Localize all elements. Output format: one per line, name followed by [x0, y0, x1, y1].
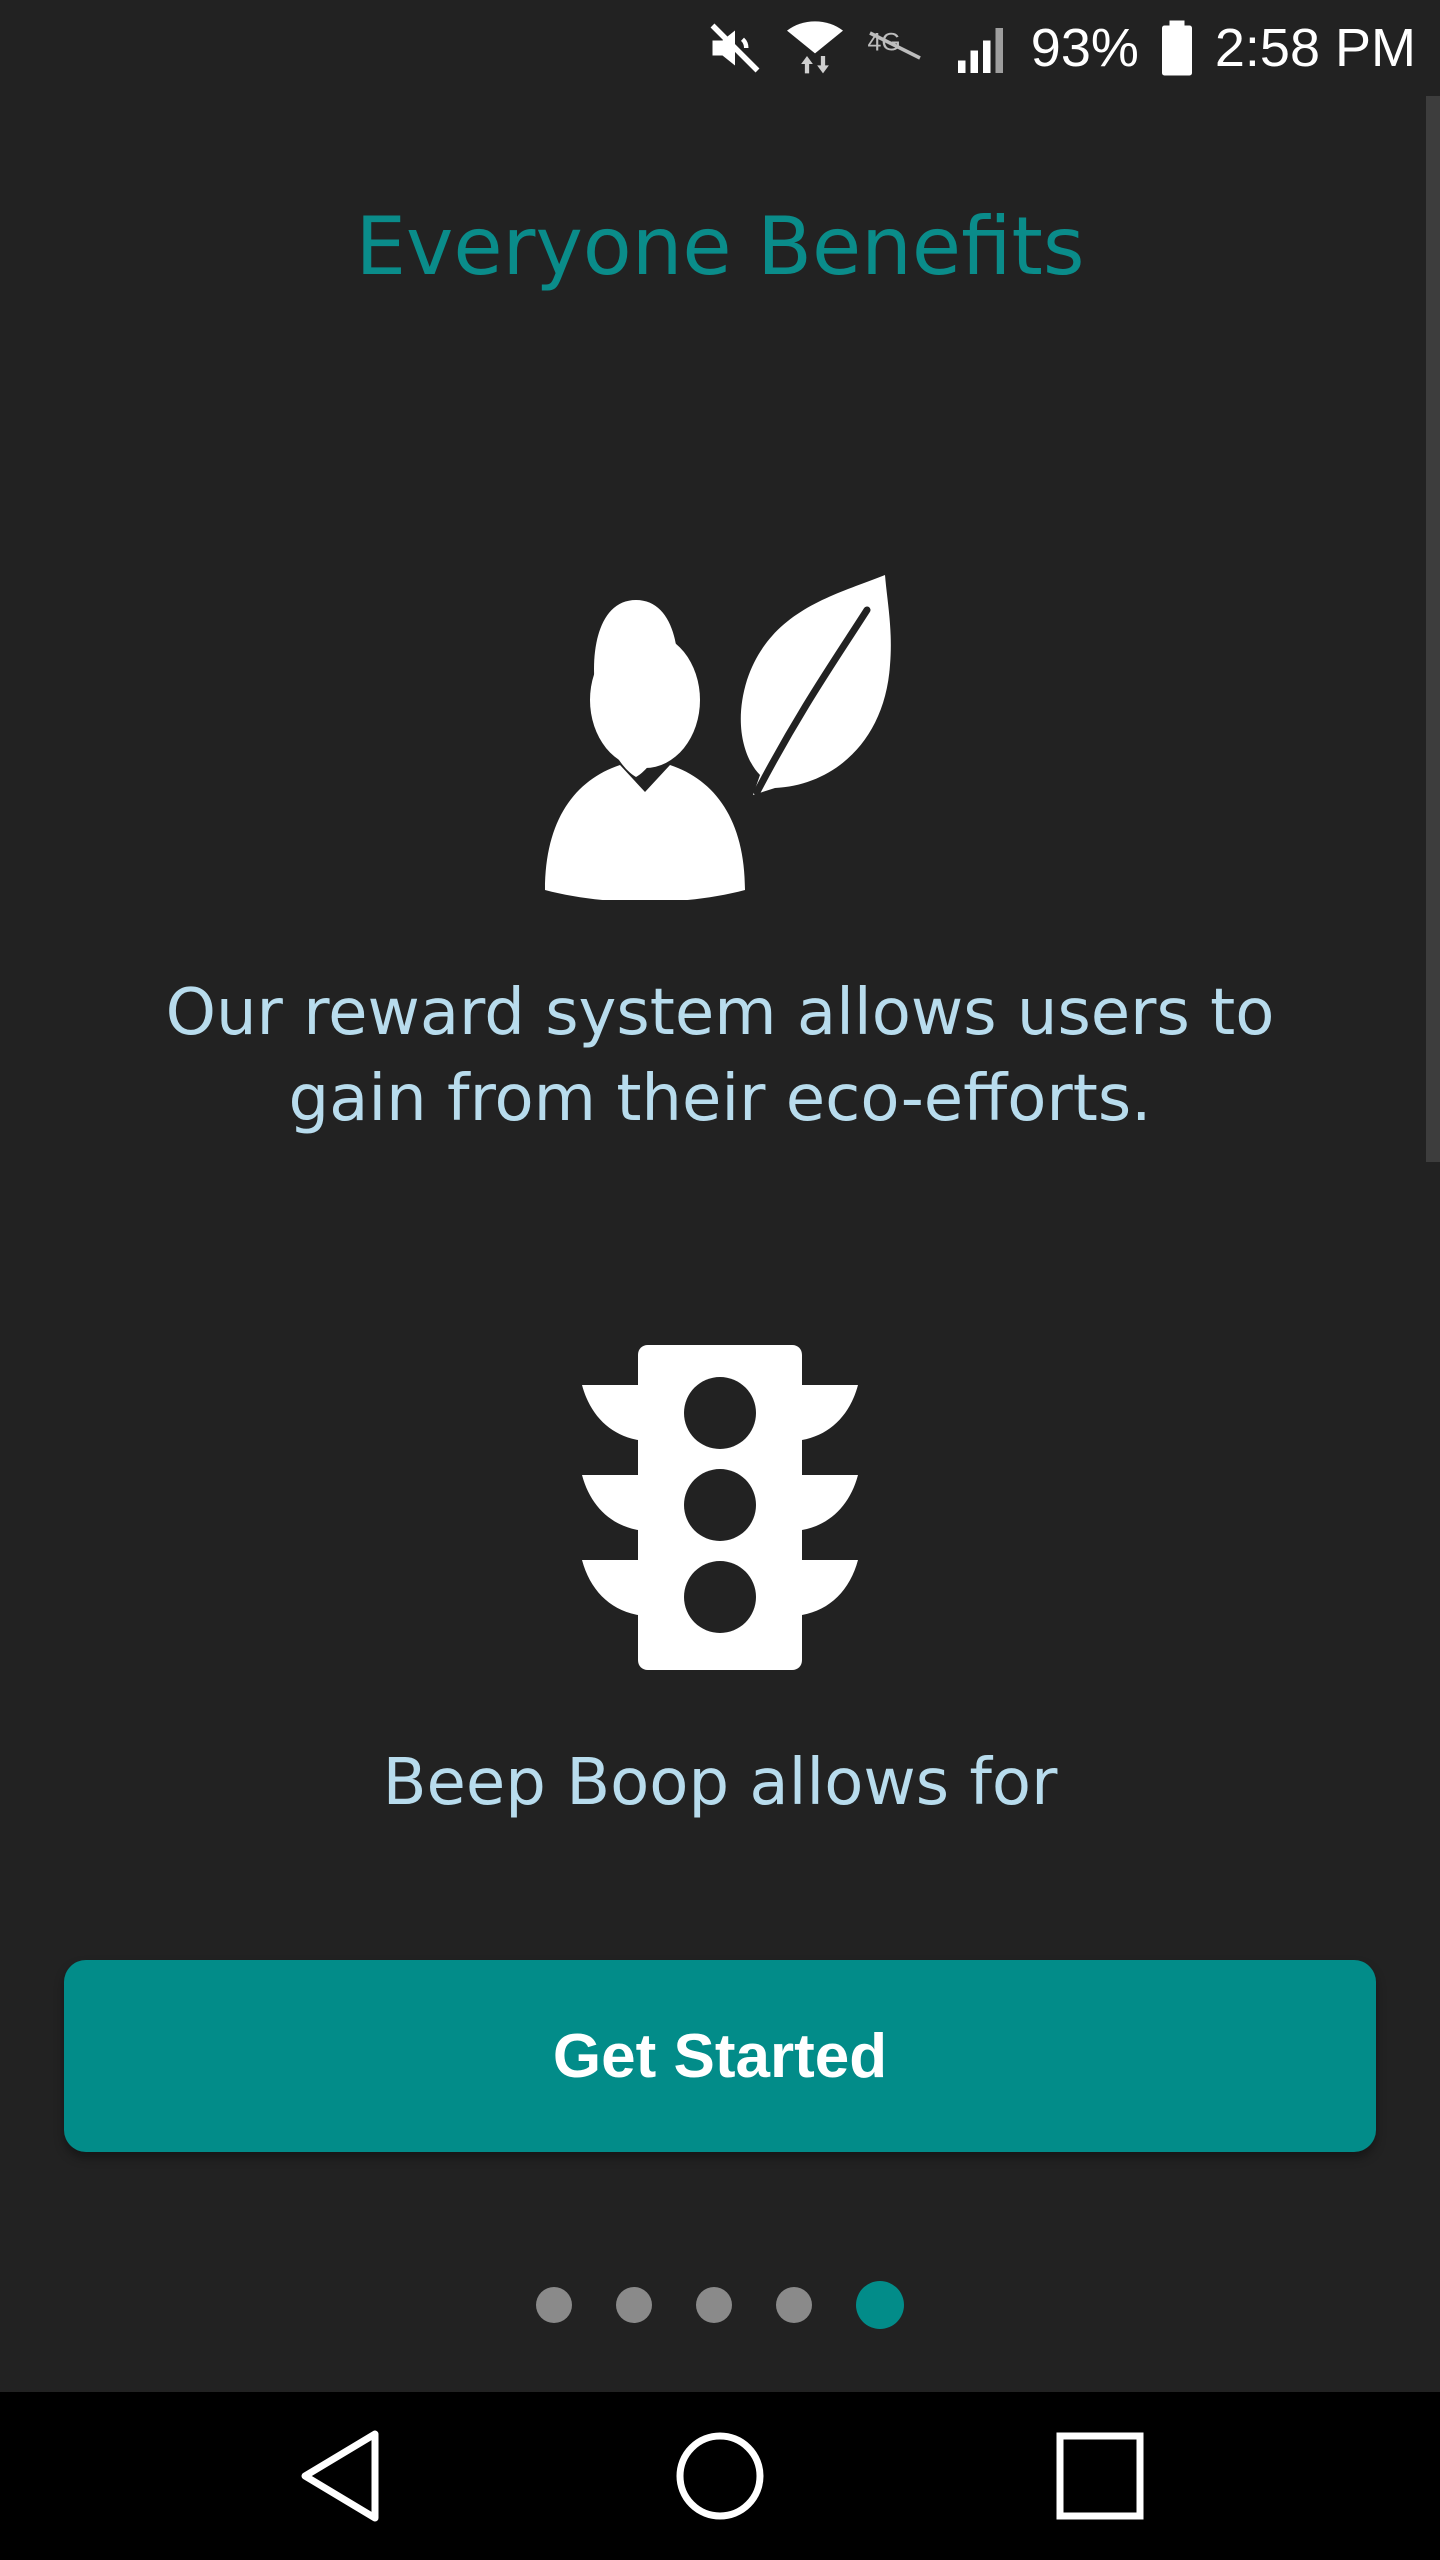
feature-text-traffic: Beep Boop allows for: [382, 1746, 1058, 1820]
mute-icon: [705, 0, 765, 96]
clock: 2:58 PM: [1214, 18, 1416, 78]
page-dot-3[interactable]: [696, 2287, 732, 2323]
user-leaf-icon: [535, 570, 905, 902]
page-title: Everyone Benefits: [355, 200, 1085, 293]
page-dot-2[interactable]: [616, 2287, 652, 2323]
feature-text-rewards: Our reward system allows users to gain f…: [165, 976, 1275, 1136]
page-dot-1[interactable]: [536, 2287, 572, 2323]
battery-icon: [1157, 0, 1197, 96]
lte-icon: 4G: [865, 0, 935, 96]
get-started-button[interactable]: Get Started: [64, 1960, 1376, 2152]
page-dot-5-active[interactable]: [856, 2281, 904, 2329]
wifi-icon: [783, 0, 847, 96]
page-indicator: [0, 2280, 1440, 2330]
page-dot-4[interactable]: [776, 2287, 812, 2323]
onboarding-screen: 4G 93% 2:58 PM Everyone Benefits Our rew…: [0, 0, 1440, 2560]
status-bar: 4G 93% 2:58 PM: [0, 0, 1440, 96]
traffic-light-icon: [570, 1345, 870, 1670]
status-icons: 4G 93% 2:58 PM: [705, 0, 1416, 96]
back-icon[interactable]: [290, 2426, 390, 2526]
battery-percent: 93%: [1030, 18, 1139, 78]
system-navigation-bar: [0, 2392, 1440, 2560]
signal-icon: [953, 0, 1013, 96]
home-icon[interactable]: [670, 2426, 770, 2526]
recents-icon[interactable]: [1050, 2426, 1150, 2526]
